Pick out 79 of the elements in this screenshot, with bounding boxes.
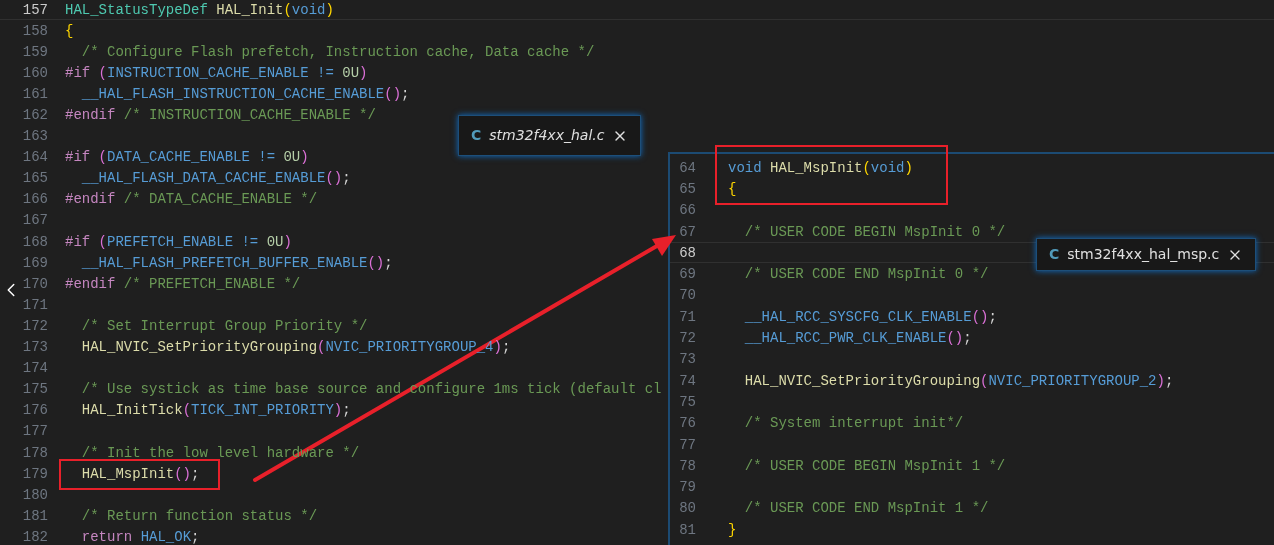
line-number: 159 xyxy=(22,43,48,60)
line-number: 77 xyxy=(679,436,696,453)
line-number: 71 xyxy=(679,308,696,325)
code-line: return HAL_OK; xyxy=(80,528,200,545)
code-line: #if (INSTRUCTION_CACHE_ENABLE != 0U) xyxy=(65,64,368,81)
line-number: 66 xyxy=(679,202,696,219)
code-line: #endif /* DATA_CACHE_ENABLE */ xyxy=(65,191,318,208)
line-number: 81 xyxy=(679,521,696,538)
line-number: 80 xyxy=(679,500,696,517)
line-number: 73 xyxy=(679,351,696,368)
line-number: 182 xyxy=(22,528,48,545)
code-line: HAL_MspInit(); xyxy=(80,465,200,482)
c-file-icon: C xyxy=(471,125,482,146)
code-line: __HAL_FLASH_DATA_CACHE_ENABLE(); xyxy=(80,170,351,187)
code-line: /* Configure Flash prefetch, Instruction cache, Data cache */ xyxy=(80,43,595,60)
line-number: 74 xyxy=(679,372,696,389)
code-line: } xyxy=(728,521,737,538)
line-number: 79 xyxy=(679,479,696,496)
code-line: __HAL_RCC_PWR_CLK_ENABLE(); xyxy=(743,330,972,346)
line-number: 169 xyxy=(22,254,48,271)
line-number: 78 xyxy=(679,457,696,474)
code-line: __HAL_RCC_SYSCFG_CLK_ENABLE(); xyxy=(743,308,997,325)
code-line: { xyxy=(65,22,74,39)
line-number: 179 xyxy=(22,465,48,482)
code-line: /* USER CODE END MspInit 1 */ xyxy=(743,500,989,517)
code-line: { xyxy=(728,180,737,197)
code-line: #if (DATA_CACHE_ENABLE != 0U) xyxy=(65,149,309,166)
line-number: 165 xyxy=(22,170,48,187)
line-number: 65 xyxy=(679,180,696,197)
line-number: 174 xyxy=(22,360,48,377)
line-number: 178 xyxy=(22,444,48,461)
code-line: void HAL_MspInit(void) xyxy=(728,159,913,176)
line-number: 161 xyxy=(22,85,48,102)
line-number: 69 xyxy=(679,266,696,283)
line-number: 172 xyxy=(22,317,48,334)
line-number: 171 xyxy=(22,296,48,313)
line-number: 167 xyxy=(22,212,48,229)
code-line: HAL_NVIC_SetPriorityGrouping(NVIC_PRIORITYGROUP_2); xyxy=(743,372,1174,389)
code-line: HAL_StatusTypeDef HAL_Init(void) xyxy=(65,1,334,18)
file-tab[interactable]: C stm32f4xx_hal.c xyxy=(458,115,642,156)
line-number: 164 xyxy=(22,149,48,166)
code-line: /* USER CODE END MspInit 0 */ xyxy=(743,266,989,283)
line-number: 68 xyxy=(679,244,696,261)
line-number: 170 xyxy=(22,275,48,292)
line-number: 181 xyxy=(22,507,48,524)
code-line: #endif /* INSTRUCTION_CACHE_ENABLE */ xyxy=(65,107,376,123)
line-number: 176 xyxy=(22,402,48,419)
code-line: /* System interrupt init*/ xyxy=(743,415,964,432)
code-line: #endif /* PREFETCH_ENABLE */ xyxy=(65,275,301,292)
c-file-icon: C xyxy=(1049,244,1060,265)
line-number: 75 xyxy=(679,393,696,410)
line-number: 180 xyxy=(22,486,48,503)
code-line: /* Set Interrupt Group Priority */ xyxy=(80,317,368,334)
code-line: /* Return function status */ xyxy=(80,507,318,524)
code-line: __HAL_FLASH_INSTRUCTION_CACHE_ENABLE(); xyxy=(80,85,410,102)
line-number: 70 xyxy=(679,287,696,304)
line-number: 173 xyxy=(22,339,48,356)
line-number: 168 xyxy=(22,233,48,250)
file-tab[interactable]: C stm32f4xx_hal_msp.c xyxy=(1036,238,1257,271)
code-line: HAL_InitTick(TICK_INT_PRIORITY); xyxy=(80,402,351,419)
line-number: 72 xyxy=(679,330,696,346)
code-line: /* USER CODE BEGIN MspInit 0 */ xyxy=(743,223,1006,240)
code-line: __HAL_FLASH_PREFETCH_BUFFER_ENABLE(); xyxy=(80,254,393,271)
line-number: 64 xyxy=(679,159,696,176)
line-number: 162 xyxy=(22,107,48,123)
line-number: 166 xyxy=(22,191,48,208)
code-line: /* USER CODE BEGIN MspInit 1 */ xyxy=(743,457,1006,474)
line-number: 67 xyxy=(679,223,696,240)
file-name: stm32f4xx_hal_msp.c xyxy=(1067,245,1220,264)
code-line: /* Use systick as time base source and configure 1ms tick (default cl xyxy=(80,381,662,398)
line-number: 76 xyxy=(679,415,696,432)
line-number: 163 xyxy=(22,128,48,145)
line-number: 157 xyxy=(22,1,48,18)
line-number: 177 xyxy=(22,423,48,440)
file-name: stm32f4xx_hal.c xyxy=(489,126,605,145)
line-number: 158 xyxy=(22,22,48,39)
code-line: #if (PREFETCH_ENABLE != 0U) xyxy=(65,233,292,250)
line-number: 160 xyxy=(22,64,48,81)
line-number: 175 xyxy=(22,381,48,398)
